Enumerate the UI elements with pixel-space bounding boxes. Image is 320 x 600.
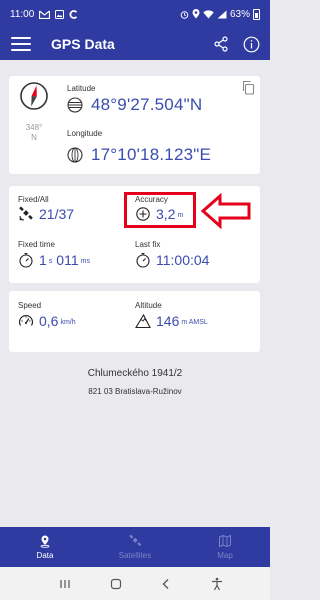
gmail-icon [39,10,51,19]
latitude-value: 48°9'27.504"N [91,95,203,114]
nav-label-map: Map [217,551,233,560]
wifi-icon [203,9,214,19]
alarm-icon [180,10,189,19]
app-title: GPS Data [51,36,115,52]
altitude-row: 146 m AMSL [135,313,208,329]
motion-card: Speed 0,6 km/h Altitude 146 m AMSL [9,291,260,352]
latitude-globe-icon [67,97,83,113]
fixed-time-seconds: 1 [39,252,47,268]
info-icon[interactable] [242,35,260,53]
bearing-direction: N [31,133,37,142]
satellite-icon [128,534,142,548]
bearing-readout: 348° N [18,123,50,143]
app-bar: GPS Data [0,28,270,60]
fixed-all-label: Fixed/All [18,195,49,204]
back-icon[interactable] [158,576,174,592]
address-line-2: 821 03 Bratislava-Ružinov [88,387,182,396]
nav-label-satellites: Satellites [118,551,152,560]
speed-label: Speed [18,301,42,310]
address-line-1: Chlumeckého 1941/2 [87,368,183,379]
battery-icon [253,8,260,20]
accessibility-icon[interactable] [209,576,225,592]
sync-c-icon [69,9,78,19]
red-arrow-annotation [200,193,251,229]
nav-label-data: Data [36,551,54,560]
last-fix-row: 11:00:04 [135,252,209,268]
stopwatch-icon [18,252,34,268]
fixed-time-row: 1 s 011 ms [18,252,90,268]
location-pin-icon [192,9,200,19]
fixed-time-seconds-unit: s [48,258,53,265]
speed-row: 0,6 km/h [18,313,76,329]
fixed-all-row: 21/37 [18,206,74,222]
battery-percent: 63% [229,8,250,20]
longitude-label: Longitude [67,129,103,138]
altitude-value: 146 [156,313,180,329]
last-fix-value: 11:00:04 [156,252,210,268]
longitude-value: 17°10'18.123"E [91,145,212,164]
last-fix-stopwatch-icon [135,252,151,268]
status-time: 11:00 [10,8,35,20]
speedometer-icon [18,313,34,329]
fixed-time-ms-unit: ms [80,258,90,265]
longitude-globe-icon [67,147,83,163]
fixed-time-ms: 011 [56,252,79,268]
longitude-value-row: 17°10'18.123"E [67,145,211,165]
recent-apps-icon[interactable] [57,576,73,592]
bearing-degrees: 348° [25,123,43,132]
nav-tab-satellites[interactable]: Satellites [90,527,180,567]
nav-tab-map[interactable]: Map [180,527,270,567]
location-pin-icon [38,534,52,548]
latitude-value-row: 48°9'27.504"N [67,95,202,115]
mountain-icon [135,313,151,329]
home-icon[interactable] [108,576,124,592]
location-card: 348° N Latitude 48°9'27.504"N Longitude … [9,76,260,174]
fixed-all-value: 21/37 [39,206,75,222]
signal-icon [217,10,227,19]
photo-icon [55,9,65,19]
nav-tab-data[interactable]: Data [0,527,90,567]
menu-icon[interactable] [11,36,31,52]
fixed-time-label: Fixed time [18,240,55,249]
system-navigation-bar [0,567,270,600]
compass-icon [19,81,49,123]
speed-unit: km/h [60,319,76,326]
satellite-icon [18,206,34,222]
speed-value: 0,6 [39,313,59,329]
bottom-navigation: Data Satellites Map [0,527,270,567]
altitude-unit: m AMSL [181,319,208,326]
accuracy-highlight-box [124,192,196,228]
last-fix-label: Last fix [135,240,161,249]
latitude-label: Latitude [67,84,96,93]
share-icon[interactable] [212,35,230,53]
copy-icon[interactable] [241,80,255,95]
status-bar: 11:00 63% [0,0,270,28]
map-icon [218,534,232,548]
altitude-label: Altitude [135,301,162,310]
